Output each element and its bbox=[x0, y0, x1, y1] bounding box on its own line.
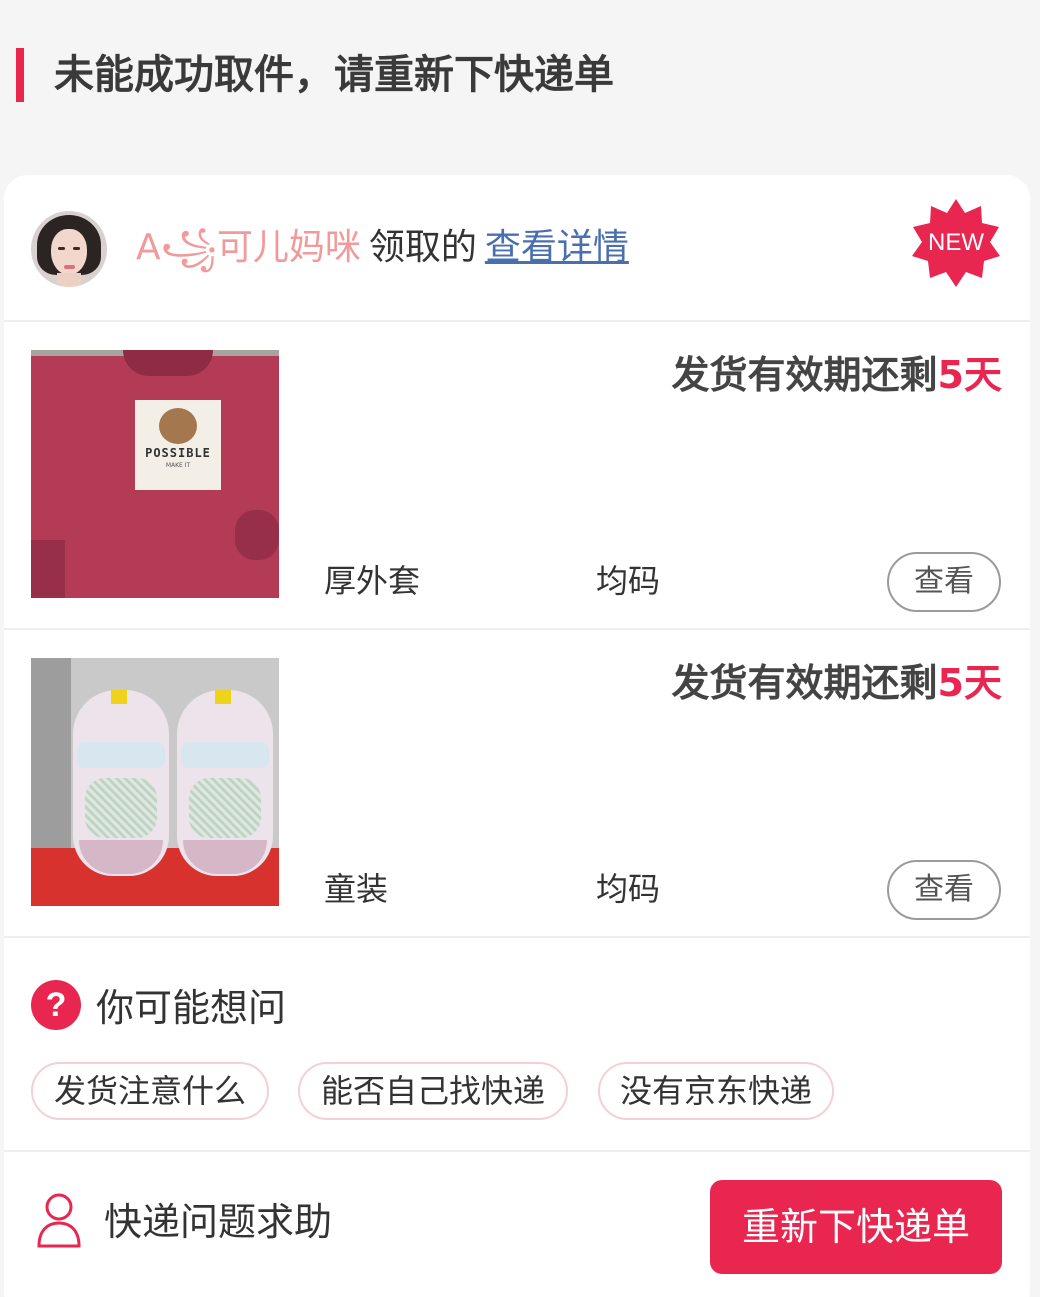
receiver-line: A꧁可儿妈咪 领取的 查看详情 bbox=[136, 223, 629, 273]
question-icon: ? bbox=[31, 980, 81, 1030]
avatar[interactable] bbox=[31, 211, 107, 287]
view-item-button[interactable]: 查看 bbox=[887, 552, 1001, 612]
user-name: A꧁可儿妈咪 bbox=[136, 227, 361, 268]
view-item-button[interactable]: 查看 bbox=[887, 860, 1001, 920]
title-accent-bar bbox=[16, 48, 24, 102]
faq-chip-no-jd-express[interactable]: 没有京东快递 bbox=[598, 1062, 834, 1120]
faq-section: ? 你可能想问 发货注意什么 能否自己找快递 没有京东快递 bbox=[4, 940, 1030, 1150]
ship-deadline: 发货有效期还剩5天 bbox=[672, 350, 1002, 400]
view-detail-link[interactable]: 查看详情 bbox=[485, 227, 629, 268]
divider bbox=[4, 936, 1030, 938]
deadline-days: 5天 bbox=[937, 661, 1002, 705]
list-item: 发货有效期还剩5天 童装 均码 查看 bbox=[4, 630, 1030, 936]
footer-bar: 快递问题求助 重新下快递单 bbox=[4, 1152, 1030, 1292]
item-thumbnail-sweatshirt[interactable]: POSSIBLE MAKE IT bbox=[31, 350, 279, 598]
person-icon bbox=[37, 1193, 81, 1248]
item-size: 均码 bbox=[596, 870, 661, 908]
faq-chip-own-courier[interactable]: 能否自己找快递 bbox=[298, 1062, 568, 1120]
list-item: POSSIBLE MAKE IT 发货有效期还剩5天 厚外套 均码 查看 bbox=[4, 322, 1030, 628]
reorder-shipment-button[interactable]: 重新下快递单 bbox=[710, 1180, 1002, 1274]
courier-help-link[interactable]: 快递问题求助 bbox=[104, 1196, 332, 1248]
faq-title: 你可能想问 bbox=[96, 986, 287, 1030]
deadline-prefix: 发货有效期还剩 bbox=[671, 353, 938, 397]
page-title: 未能成功取件，请重新下快递单 bbox=[54, 52, 614, 98]
new-badge: NEW bbox=[910, 197, 1002, 289]
ship-deadline: 发货有效期还剩5天 bbox=[672, 658, 1002, 708]
pickup-card: A꧁可儿妈咪 领取的 查看详情 NEW POSSIBLE MAKE IT 发货有效期… bbox=[4, 175, 1030, 1297]
deadline-prefix: 发货有效期还剩 bbox=[671, 661, 938, 705]
item-size: 均码 bbox=[596, 562, 661, 600]
received-text: 领取的 bbox=[368, 227, 477, 268]
item-thumbnail-shoes[interactable] bbox=[31, 658, 279, 906]
page-header: 未能成功取件，请重新下快递单 bbox=[0, 0, 1040, 150]
new-badge-label: NEW bbox=[928, 229, 984, 256]
item-category: 厚外套 bbox=[324, 562, 421, 600]
deadline-days: 5天 bbox=[937, 353, 1002, 397]
faq-chip-shipping-notes[interactable]: 发货注意什么 bbox=[31, 1062, 269, 1120]
item-category: 童装 bbox=[324, 870, 389, 908]
